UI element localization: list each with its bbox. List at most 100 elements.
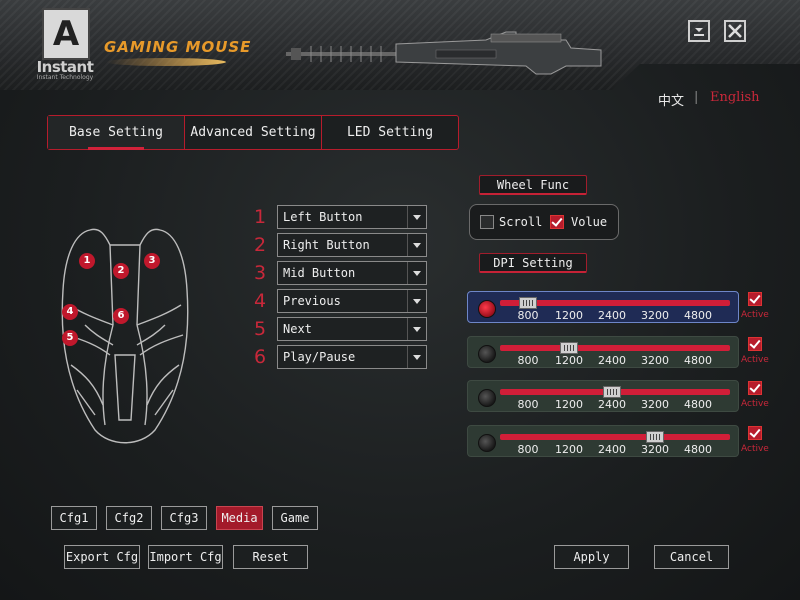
scroll-label: Scroll [499,215,543,229]
cfg2-button[interactable]: Cfg2 [106,506,152,530]
button-3-value: Mid Button [283,266,356,280]
button-number-2: 2 [253,234,267,256]
language-separator: | [694,90,699,105]
brand-title: GAMING MOUSE [104,38,252,56]
button-number-5: 5 [253,318,267,340]
media-button[interactable]: Media [216,506,263,530]
close-icon [726,24,744,44]
reset-button[interactable]: Reset [233,545,308,569]
dpi-active-label-1: Active [741,310,769,320]
volume-checkbox[interactable] [550,215,564,229]
dpi-tick-label: 2400 [598,398,626,411]
mouse-badge-3: 3 [144,253,160,269]
import-cfg-button[interactable]: Import Cfg [148,545,223,569]
dpi-tick-label: 2400 [598,309,626,322]
chevron-down-icon [407,206,426,228]
button-4-select[interactable]: Previous [277,289,427,313]
mouse-badge-1: 1 [79,253,95,269]
tab-advanced-setting[interactable]: Advanced Setting [185,116,322,149]
dpi-tick-label: 4800 [684,398,712,411]
dpi-active-label-3: Active [741,399,769,409]
chevron-down-icon [407,262,426,284]
button-number-4: 4 [253,290,267,312]
dpi-active-checkbox-4[interactable] [748,426,762,440]
wheel-func-label: Wheel Func [479,175,587,195]
export-cfg-button[interactable]: Export Cfg [64,545,140,569]
dpi-row-4[interactable]: 800 1200 2400 3200 4800 [467,425,739,457]
button-number-6: 6 [253,346,267,368]
button-2-value: Right Button [283,238,370,252]
dpi-tick-label: 800 [517,398,539,411]
dpi-tick-label: 1200 [555,309,583,322]
button-1-select[interactable]: Left Button [277,205,427,229]
cfg3-button[interactable]: Cfg3 [161,506,207,530]
button-6-select[interactable]: Play/Pause [277,345,427,369]
button-6-value: Play/Pause [283,350,356,364]
volume-label: Volue [571,215,608,229]
button-1-value: Left Button [283,210,363,224]
dpi-radio-4[interactable] [478,434,496,452]
chevron-down-icon [407,234,426,256]
dpi-row-2[interactable]: 800 1200 2400 3200 4800 [467,336,739,368]
button-2-select[interactable]: Right Button [277,233,427,257]
logo-subtitle: Instant Technology [36,74,94,81]
dpi-tick-label: 1200 [555,398,583,411]
language-chinese[interactable]: 中文 [658,90,684,109]
dpi-tick-label: 1200 [555,443,583,456]
language-english[interactable]: English [710,90,760,105]
mouse-badge-4: 4 [62,304,78,320]
dpi-row-1[interactable]: 800 1200 2400 3200 4800 [467,291,739,323]
dpi-active-checkbox-2[interactable] [748,337,762,351]
dpi-radio-1[interactable] [478,300,496,318]
dpi-tick-label: 4800 [684,309,712,322]
button-5-value: Next [283,322,312,336]
dpi-radio-3[interactable] [478,389,496,407]
dpi-slider-thumb-1[interactable] [519,297,537,309]
mouse-badge-5: 5 [62,330,78,346]
chevron-down-icon [407,346,426,368]
tab-bar: Base Setting Advanced Setting LED Settin… [47,115,459,150]
dpi-slider-thumb-4[interactable] [646,431,664,443]
dpi-slider-track-4[interactable] [500,434,730,440]
dpi-tick-label: 3200 [641,309,669,322]
mouse-badge-6: 6 [113,308,129,324]
dpi-tick-label: 3200 [641,354,669,367]
tab-led-setting[interactable]: LED Setting [322,116,458,149]
close-button[interactable] [724,20,746,42]
scroll-checkbox[interactable] [480,215,494,229]
dpi-active-label-4: Active [741,444,769,454]
dpi-tick-label: 2400 [598,443,626,456]
game-button[interactable]: Game [272,506,318,530]
dpi-slider-thumb-2[interactable] [560,342,578,354]
cancel-button[interactable]: Cancel [654,545,729,569]
logo-mark: A [42,8,90,60]
dpi-tick-label: 800 [517,443,539,456]
button-number-1: 1 [253,206,267,228]
wheel-func-group: Scroll Volue [469,204,619,240]
dpi-tick-label: 1200 [555,354,583,367]
dpi-radio-2[interactable] [478,345,496,363]
chevron-down-icon [407,318,426,340]
brand-logo: A Instant Instant Technology [30,6,100,81]
dpi-tick-label: 4800 [684,443,712,456]
dpi-setting-label: DPI Setting [479,253,587,273]
apply-button[interactable]: Apply [554,545,629,569]
dpi-tick-label: 800 [517,309,539,322]
dpi-active-checkbox-3[interactable] [748,381,762,395]
cfg1-button[interactable]: Cfg1 [51,506,97,530]
tab-base-setting[interactable]: Base Setting [48,116,185,150]
minimize-icon [690,22,708,44]
dpi-slider-track-2[interactable] [500,345,730,351]
dpi-active-checkbox-1[interactable] [748,292,762,306]
dpi-active-label-2: Active [741,355,769,365]
dpi-tick-label: 4800 [684,354,712,367]
dpi-slider-thumb-3[interactable] [603,386,621,398]
minimize-button[interactable] [688,20,710,42]
mouse-badge-2: 2 [113,263,129,279]
dpi-row-3[interactable]: 800 1200 2400 3200 4800 [467,380,739,412]
button-3-select[interactable]: Mid Button [277,261,427,285]
dpi-tick-label: 3200 [641,443,669,456]
button-4-value: Previous [283,294,341,308]
button-5-select[interactable]: Next [277,317,427,341]
chevron-down-icon [407,290,426,312]
